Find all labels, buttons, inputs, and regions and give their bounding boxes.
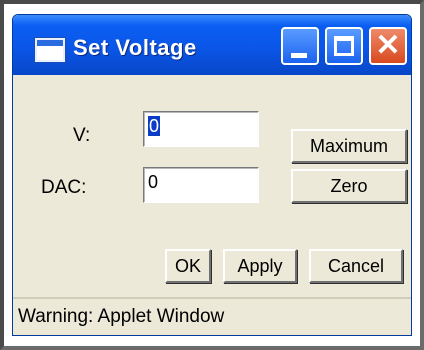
minimize-button[interactable]: [281, 27, 319, 65]
maximum-button[interactable]: Maximum: [291, 129, 407, 163]
dac-input-value: 0: [148, 172, 159, 192]
cancel-button[interactable]: Cancel: [309, 249, 403, 283]
dac-input[interactable]: 0: [143, 167, 259, 203]
close-button[interactable]: ✕: [369, 27, 407, 65]
v-input[interactable]: 0: [143, 111, 259, 147]
ok-button[interactable]: OK: [165, 249, 211, 283]
title-bar[interactable]: Set Voltage ✕: [13, 15, 411, 75]
apply-button[interactable]: Apply: [223, 249, 297, 283]
v-input-value: 0: [148, 116, 161, 136]
dac-label: DAC:: [41, 177, 87, 198]
minimize-icon: [291, 53, 307, 58]
window-icon: [35, 38, 65, 62]
v-label: V:: [73, 125, 91, 146]
maximize-button[interactable]: [325, 27, 363, 65]
maximize-icon: [334, 36, 354, 56]
set-voltage-dialog: Set Voltage ✕ V: 0 DAC: 0 Maximum Zero O…: [12, 14, 412, 336]
close-icon: ✕: [375, 29, 401, 62]
window-title: Set Voltage: [73, 35, 197, 60]
applet-warning-status: Warning: Applet Window: [13, 297, 411, 335]
zero-button[interactable]: Zero: [291, 169, 407, 203]
